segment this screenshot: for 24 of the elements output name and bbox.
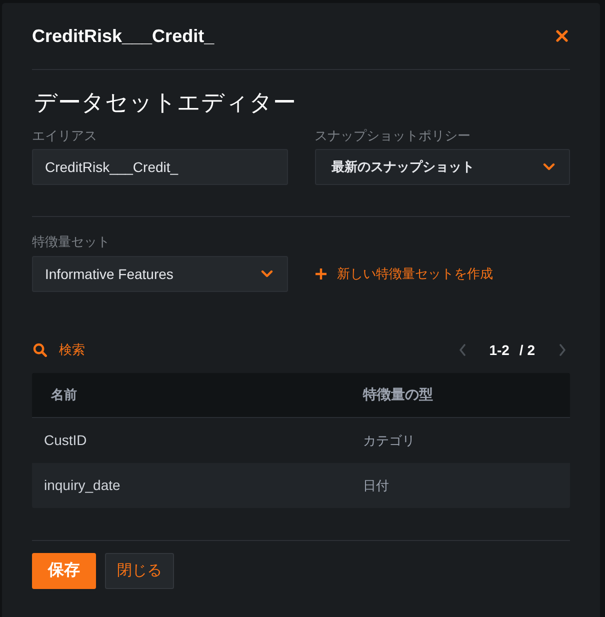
- table-cell: inquiry_date: [44, 476, 120, 492]
- chevron-down-icon: [543, 163, 555, 171]
- plus-icon: [315, 268, 327, 280]
- column-header: 名前: [51, 387, 77, 402]
- column-header: 特徴量の型: [363, 386, 433, 402]
- snapshot-policy-select[interactable]: 最新のスナップショット: [314, 149, 570, 185]
- field-label: 特徴量セット: [32, 234, 110, 250]
- create-feature-set-link[interactable]: 新しい特徴量セットを作成: [315, 264, 493, 284]
- close-icon[interactable]: [556, 30, 568, 42]
- search-icon: [33, 343, 47, 357]
- alias-input[interactable]: CreditRisk___Credit_: [32, 149, 288, 185]
- search-button[interactable]: 検索: [32, 340, 85, 360]
- close-button[interactable]: 閉じる: [105, 553, 174, 589]
- dialog-title: CreditRisk___Credit_: [32, 24, 214, 48]
- chevron-down-icon: [261, 270, 273, 278]
- table-cell: CustID: [44, 432, 87, 448]
- field-label: エイリアス: [32, 128, 97, 144]
- page-total: / 2: [519, 340, 535, 360]
- table-cell: 日付: [363, 478, 389, 492]
- field-label: スナップショットポリシー: [314, 128, 470, 144]
- feature-set-select[interactable]: Informative Features: [32, 256, 288, 292]
- page-range: 1-2: [489, 340, 510, 360]
- dialog-heading: データセットエディター: [33, 89, 296, 115]
- table-cell: カテゴリ: [363, 432, 415, 448]
